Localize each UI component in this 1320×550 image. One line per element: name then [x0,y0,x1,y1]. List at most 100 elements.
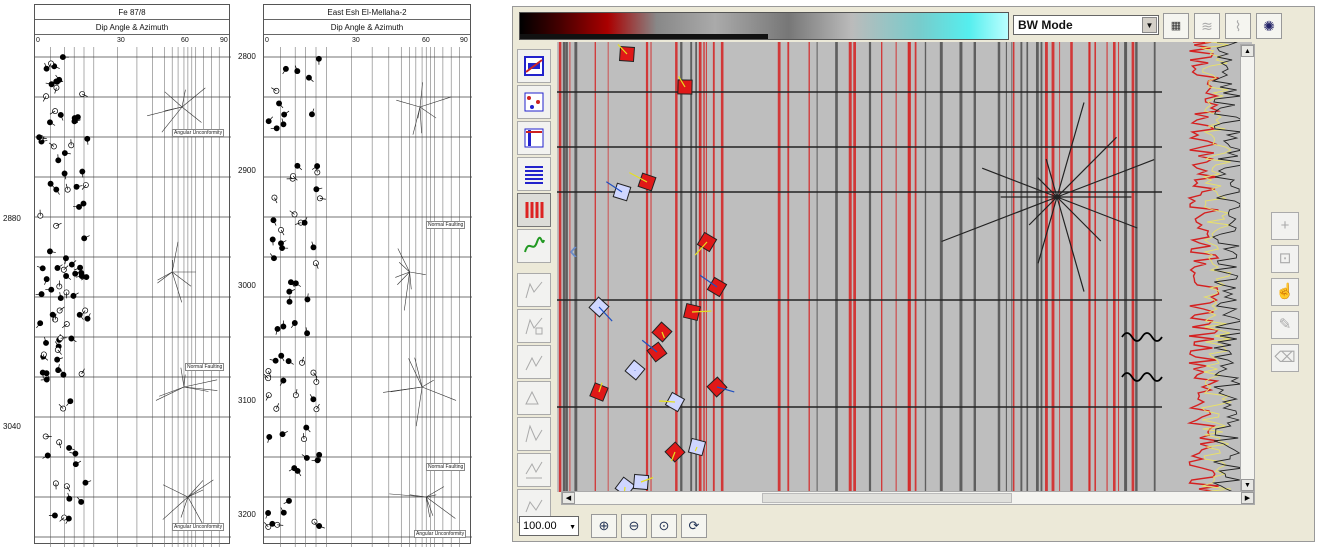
curve-select-icon[interactable]: ⌇ [1225,13,1251,39]
rose-diagram-icon[interactable]: ✺ [1256,13,1282,39]
rose-petal [426,486,445,498]
annotation-normal-faulting: Normal Faulting [185,363,225,371]
rose-petal [421,379,434,388]
scale-tick-0: 0 [265,37,269,44]
tool-7-icon[interactable] [517,273,551,307]
tool-12-icon[interactable] [517,453,551,487]
dip-point [54,356,61,363]
tool-11-icon[interactable] [517,417,551,451]
dip-point [266,434,273,440]
green-curve-icon[interactable] [517,229,551,263]
scale-tick-60: 60 [181,37,189,44]
dip-point [43,276,50,283]
track-subtitle: Dip Angle & Azimuth [264,20,470,35]
dip-point [77,264,84,271]
tool-9-icon[interactable] [517,345,551,379]
scroll-thumb[interactable] [762,493,1012,503]
rose-petal [415,386,423,427]
color-scale-bar[interactable] [519,12,1009,40]
scroll-down-icon[interactable]: ▼ [1241,479,1254,491]
erase-icon[interactable]: ⌫ [1271,344,1299,372]
annotation-angular-unconformity-2: Angular Unconformity [172,523,225,531]
dip-point [269,520,276,527]
scroll-right-icon[interactable]: ▶ [1241,492,1254,504]
chevron-down-icon[interactable]: ▼ [569,519,576,537]
rose-petal [395,271,410,278]
dip-point [292,280,299,287]
depth-label-2900: 2900 [238,166,256,175]
scroll-up-icon[interactable]: ▲ [1241,45,1254,57]
pencil-icon[interactable]: ✎ [1271,311,1299,339]
depth-label-3100: 3100 [238,396,256,405]
scale-tick-0: 0 [36,37,40,44]
rose-petal [419,106,437,119]
track-title: East Esh El-Mellaha-2 [264,5,470,20]
rose-petal [171,271,183,303]
depth-label-2880: 2880 [3,214,21,223]
rose-petal [425,496,430,518]
chevron-down-icon[interactable]: ▼ [1142,17,1157,33]
wave-symbol [1121,332,1163,342]
rose-petal [397,248,410,273]
tool-8-icon[interactable] [517,309,551,343]
grid-dots-icon[interactable] [517,85,551,119]
dip-point [65,515,72,522]
scale-tick-30: 30 [352,37,360,44]
scroll-left-icon[interactable]: ◀ [562,492,575,504]
tool-10-icon[interactable] [517,381,551,415]
horizontal-scrollbar[interactable]: ◀ ▶ [561,491,1255,505]
right-toolbar: + ⊡ ☝ ✎ ⌫ [1271,212,1301,377]
rose-petal [183,379,218,388]
dip-point [273,405,280,412]
annotation-angular-unconformity-1: Angular Unconformity [172,129,225,137]
dip-point [78,270,85,276]
color-palette-icon[interactable]: ▦ [1163,13,1189,39]
rose-petal [155,386,185,401]
dip-point [82,307,89,314]
lines-icon[interactable] [517,157,551,191]
depth-track-icon[interactable] [517,121,551,155]
rose-petal [419,96,452,108]
zoom-in-icon[interactable]: ⊕ [591,514,617,538]
mode-select[interactable]: BW Mode ▼ [1013,15,1159,35]
vertical-scrollbar[interactable]: ▲ ▼ [1240,44,1255,492]
rose-petal [409,271,426,276]
log-track-fe-87-8: Fe 87/8 Dip Angle & Azimuth 0 30 60 90 A… [34,4,231,547]
dip-point [286,497,292,504]
depth-label-3040: 3040 [3,422,21,431]
image-view-icon[interactable] [517,49,551,83]
rose-petal [157,271,173,284]
log-track-east-esh-el-mellaha-2: East Esh El-Mellaha-2 Dip Angle & Azimut… [263,4,472,547]
dip-point [281,111,288,118]
rose-petal [417,106,421,119]
dip-point [63,255,69,262]
scale-tick-30: 30 [117,37,125,44]
pick-icon[interactable]: ☝ [1271,278,1299,306]
dip-point [274,325,281,332]
zoom-out-icon[interactable]: ⊖ [621,514,647,538]
dip-point [46,248,53,255]
dip-point [270,217,277,224]
rose-petal [389,493,427,498]
image-log-canvas[interactable] [557,42,1252,492]
dip-point [282,65,289,72]
rose-petal [159,386,185,397]
image-log-viewer: BW Mode ▼ ▦ ≋ ⌇ ✺ ‹ › ▲ ▼ ◀ ▶ + ⊡ ☝ ✎ [512,6,1315,542]
zoom-select[interactable]: 100.00 ▼ [519,516,579,536]
scale-tick-60: 60 [422,37,430,44]
select-icon[interactable]: ⊡ [1271,245,1299,273]
plus-icon[interactable]: + [1271,212,1299,240]
zoom-reset-icon[interactable]: ⟳ [681,514,707,538]
annotation-normal-faulting-2: Normal Faulting [426,463,466,471]
dip-point [273,87,280,94]
image-log-plot[interactable] [557,42,1252,492]
chevron-left-icon[interactable]: ‹ [569,235,578,266]
dip-point [54,265,61,271]
dip-plot-track1 [35,47,231,547]
zoom-fit-icon[interactable]: ⊙ [651,514,677,538]
red-bars-icon[interactable] [517,193,551,227]
curve-display-icon[interactable]: ≋ [1194,13,1220,39]
rose-petal [172,271,192,287]
dip-point [278,226,284,233]
depth-label-3000: 3000 [238,281,256,290]
